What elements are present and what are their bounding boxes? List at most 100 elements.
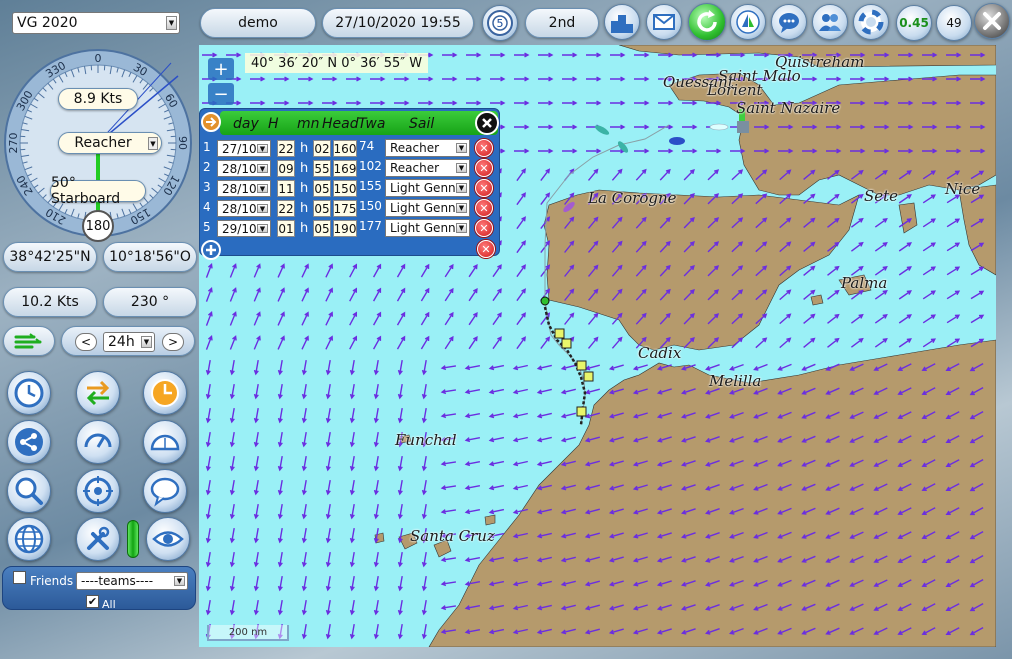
programming-close-button[interactable] [475, 111, 499, 135]
zoom-out-button[interactable]: − [208, 83, 234, 105]
wind-arrow [370, 100, 386, 106]
wind-arrow [325, 335, 333, 350]
friends-label: Friends [30, 574, 74, 588]
chat-button[interactable] [771, 4, 807, 40]
minute-field[interactable]: 55 [313, 160, 331, 177]
minute-field[interactable]: 05 [313, 200, 331, 217]
time-period-select[interactable]: 24h ▼ [103, 332, 155, 352]
day-value: 28/10 [222, 181, 257, 196]
wind-arrow [229, 575, 235, 592]
center-boat-button[interactable] [76, 469, 120, 513]
refresh-button[interactable] [688, 3, 726, 41]
day-select[interactable]: 28/10 ▼ [217, 200, 271, 217]
delete-row-button[interactable]: ✕ [475, 179, 493, 197]
time-next-button[interactable]: > [162, 333, 184, 351]
wind-arrow [586, 148, 602, 154]
rank-button[interactable]: 2nd [525, 8, 599, 38]
zoom-button[interactable] [7, 469, 51, 513]
speedometer-button[interactable] [76, 420, 120, 464]
friends-button[interactable] [812, 4, 848, 40]
heading-field[interactable]: 169 [333, 160, 357, 177]
wind-arrow [562, 148, 578, 154]
wind-arrow [922, 218, 936, 228]
wind-arrow [325, 455, 331, 472]
day-select[interactable]: 28/10 ▼ [217, 180, 271, 197]
radar-button[interactable]: 5 [482, 5, 518, 41]
share-button[interactable] [7, 420, 51, 464]
delete-row-button[interactable]: ✕ [475, 219, 493, 237]
teams-select-value: ----teams---- [81, 574, 154, 588]
programming-go-button[interactable] [201, 112, 221, 132]
globe-button[interactable] [7, 517, 51, 561]
protractor-button[interactable] [143, 420, 187, 464]
settings-button[interactable] [76, 517, 120, 561]
sail-value: Light Genn. [390, 181, 460, 195]
wind-arrow [205, 263, 213, 278]
sail-value: Light Genn. [390, 201, 460, 215]
hour-field[interactable]: 09 [277, 160, 295, 177]
swap-button[interactable] [76, 371, 120, 415]
help-button[interactable] [853, 4, 889, 40]
timer-button[interactable] [143, 371, 187, 415]
wind-arrow [229, 335, 237, 350]
wind-arrow [349, 359, 355, 376]
hour-field[interactable]: 11 [277, 180, 295, 197]
comments-button[interactable] [143, 469, 187, 513]
wind-arrow [464, 389, 481, 395]
heading-field[interactable]: 150 [333, 180, 357, 197]
wind-arrow [874, 314, 888, 324]
delete-all-button[interactable]: ✕ [477, 240, 495, 258]
wind-arrow [562, 76, 578, 82]
add-row-button[interactable] [201, 240, 221, 260]
sail-select[interactable]: Light Genn. ▼ [385, 219, 470, 237]
sail-select[interactable]: Reacher ▼ [385, 139, 470, 157]
delete-row-button[interactable]: ✕ [475, 199, 493, 217]
clock-button[interactable] [7, 371, 51, 415]
heading-field[interactable]: 160 [333, 140, 357, 157]
map-scale: 200 nm [207, 625, 289, 641]
heading-field[interactable]: 190 [333, 220, 357, 237]
minute-field[interactable]: 02 [313, 140, 331, 157]
ranking-button[interactable] [604, 4, 640, 40]
hour-field[interactable]: 01 [277, 220, 295, 237]
all-checkbox[interactable]: ✔ [86, 595, 99, 608]
sail-value: Reacher [390, 141, 440, 155]
logo-button[interactable] [730, 4, 766, 40]
wind-arrow [229, 551, 235, 568]
wind-arrow [540, 192, 551, 206]
day-select[interactable]: 29/10 ▼ [217, 220, 271, 237]
sail-select[interactable]: Light Genn. ▼ [385, 199, 470, 217]
messages-button[interactable] [646, 4, 682, 40]
sail-select[interactable]: Light Genn. ▼ [385, 179, 470, 197]
heading-field[interactable]: 175 [333, 200, 357, 217]
wind-arrow [373, 551, 379, 568]
wind-arrow [421, 623, 427, 640]
wind-arrow [205, 551, 211, 568]
wind-arrow [492, 264, 502, 278]
wind-layer-button[interactable] [3, 326, 55, 356]
wind-arrow [298, 76, 314, 82]
header-twa: Twa [358, 116, 386, 132]
day-select[interactable]: 28/10 ▼ [217, 160, 271, 177]
sail-select[interactable]: Reacher ▼ [385, 159, 470, 177]
minute-field[interactable]: 05 [313, 180, 331, 197]
delete-row-button[interactable]: ✕ [475, 159, 493, 177]
wind-arrow [634, 52, 650, 58]
day-select[interactable]: 27/10 ▼ [217, 140, 271, 157]
race-select[interactable]: VG 2020 ▼ [12, 12, 180, 34]
delete-row-button[interactable]: ✕ [475, 139, 493, 157]
sail-select[interactable]: Reacher ▼ [58, 132, 162, 154]
zoom-in-button[interactable]: + [208, 58, 234, 80]
friends-checkbox[interactable] [13, 571, 26, 584]
minute-field[interactable]: 05 [313, 220, 331, 237]
wind-arrow [514, 52, 530, 58]
close-button[interactable] [974, 3, 1010, 39]
visibility-button[interactable] [146, 517, 190, 561]
hour-field[interactable]: 22 [277, 200, 295, 217]
teams-select[interactable]: ----teams---- ▼ [76, 572, 188, 590]
user-button[interactable]: demo [200, 8, 316, 38]
wind-arrow [253, 551, 259, 568]
hour-field[interactable]: 22 [277, 140, 295, 157]
time-prev-button[interactable]: < [75, 333, 97, 351]
race-select-value: VG 2020 [17, 15, 78, 31]
